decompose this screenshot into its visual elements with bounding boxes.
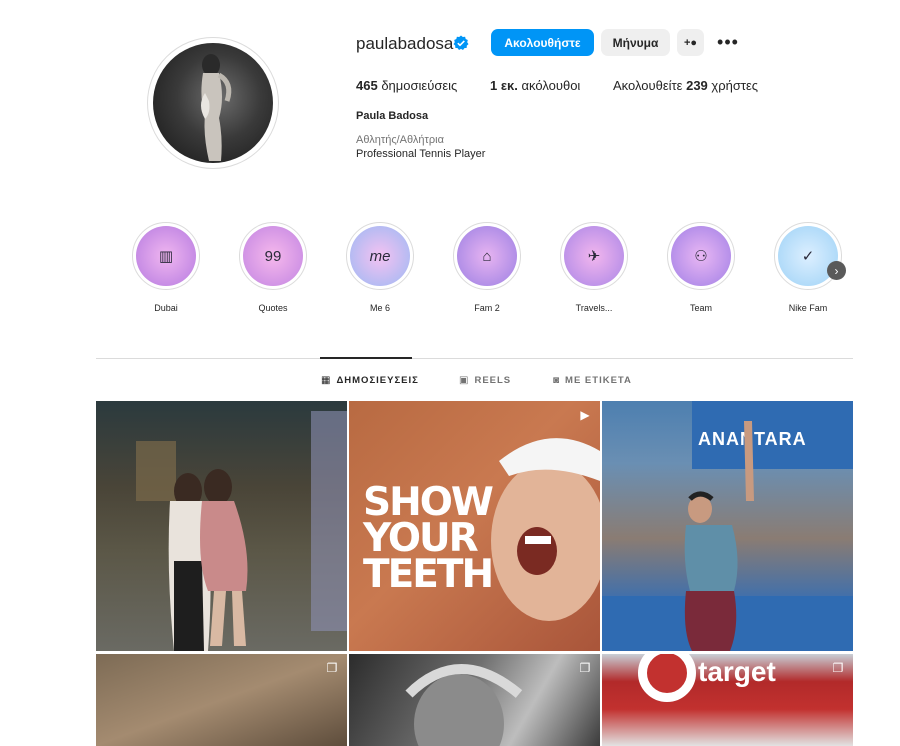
tabs-divider bbox=[96, 358, 853, 359]
carousel-icon: ❐ bbox=[326, 661, 338, 675]
highlight-travels[interactable]: ✈ Travels... bbox=[549, 222, 639, 313]
chevron-right-icon: › bbox=[834, 263, 839, 278]
signature-icon: me bbox=[350, 226, 410, 286]
highlight-label: Fam 2 bbox=[474, 303, 500, 313]
full-name: Paula Badosa bbox=[356, 110, 429, 122]
highlight-ring: ✓ bbox=[774, 222, 842, 290]
airplane-icon: ✈ bbox=[564, 226, 624, 286]
tab-posts[interactable]: ▦ ΔΗΜΟΣΙΕΥΣΕΙΣ bbox=[321, 375, 419, 386]
followers-count: 1 εκ. bbox=[490, 78, 518, 93]
highlight-dubai[interactable]: ▥ Dubai bbox=[121, 222, 211, 313]
tab-posts-label: ΔΗΜΟΣΙΕΥΣΕΙΣ bbox=[336, 375, 419, 386]
grid-icon: ▦ bbox=[321, 375, 332, 386]
verified-badge-icon bbox=[453, 35, 469, 50]
highlight-label: Dubai bbox=[154, 303, 178, 313]
tagged-icon: ◙ bbox=[553, 375, 561, 386]
following-count: 239 bbox=[686, 78, 708, 93]
post-photo bbox=[602, 421, 853, 651]
posts-count-stat: 465 δημοσιεύσεις bbox=[356, 78, 457, 93]
message-button[interactable]: Μήνυμα bbox=[601, 29, 670, 56]
post-sign-text: target bbox=[698, 656, 776, 687]
followers-stat[interactable]: 1 εκ. ακόλουθοι bbox=[490, 78, 580, 93]
following-stat[interactable]: Ακολουθείτε 239 χρήστες bbox=[613, 78, 758, 93]
highlight-ring: ✈ bbox=[560, 222, 628, 290]
more-options-button[interactable]: ••• bbox=[714, 32, 742, 52]
active-tab-indicator bbox=[320, 357, 412, 359]
category-label: Αθλητής/Αθλήτρια bbox=[356, 134, 444, 146]
posts-count: 465 bbox=[356, 78, 378, 93]
home-icon: ⌂ bbox=[457, 226, 517, 286]
target-logo-mark bbox=[638, 654, 696, 702]
carousel-icon: ❐ bbox=[579, 661, 591, 675]
highlight-me-6[interactable]: me Me 6 bbox=[335, 222, 425, 313]
following-label: χρήστες bbox=[707, 78, 759, 93]
post-text-line: TEETH bbox=[363, 552, 494, 597]
tab-reels[interactable]: ▣ REELS bbox=[459, 375, 511, 386]
post-overlay-text: SHOW YOUR TEETH bbox=[363, 483, 494, 597]
tab-reels-label: REELS bbox=[474, 375, 512, 386]
highlight-label: Team bbox=[689, 303, 712, 313]
highlight-label: Me 6 bbox=[369, 303, 390, 313]
post-tile[interactable]: SHOW YOUR TEETH ▶ bbox=[349, 401, 600, 651]
post-tile[interactable] bbox=[96, 401, 347, 651]
tab-tagged[interactable]: ◙ ΜΕ ΕΤΙΚΕΤΑ bbox=[553, 375, 632, 386]
reel-icon: ▶ bbox=[580, 408, 590, 422]
profile-avatar bbox=[153, 43, 273, 163]
follow-button[interactable]: Ακολουθήστε bbox=[491, 29, 594, 56]
highlight-team[interactable]: ⚇ Team bbox=[656, 222, 746, 313]
highlight-fam-2[interactable]: ⌂ Fam 2 bbox=[442, 222, 532, 313]
skyline-icon: ▥ bbox=[136, 226, 196, 286]
post-photo bbox=[136, 411, 347, 651]
following-prefix: Ακολουθείτε bbox=[613, 78, 687, 93]
highlight-ring: ▥ bbox=[132, 222, 200, 290]
tab-tagged-label: ΜΕ ΕΤΙΚΕΤΑ bbox=[565, 375, 632, 386]
post-tile[interactable]: ❐ bbox=[349, 654, 600, 746]
highlight-label: Nike Fam bbox=[788, 303, 828, 313]
carousel-icon: ❐ bbox=[832, 661, 844, 675]
posts-label: δημοσιεύσεις bbox=[377, 78, 458, 93]
post-photo bbox=[405, 664, 523, 746]
highlight-ring: ⌂ bbox=[453, 222, 521, 290]
highlight-ring: 99 bbox=[239, 222, 307, 290]
highlights-next-button[interactable]: › bbox=[827, 261, 846, 280]
followers-label: ακόλουθοι bbox=[517, 78, 581, 93]
post-tile[interactable]: target ❐ bbox=[602, 654, 853, 746]
post-tile[interactable]: ANANTARA bbox=[602, 401, 853, 651]
add-user-icon: +● bbox=[683, 36, 698, 49]
highlight-ring: me bbox=[346, 222, 414, 290]
more-dots-icon: ••• bbox=[717, 31, 739, 52]
highlight-ring: ⚇ bbox=[667, 222, 735, 290]
highlight-quotes[interactable]: 99 Quotes bbox=[228, 222, 318, 313]
bio-text: Professional Tennis Player bbox=[356, 148, 486, 160]
username: paulabadosa bbox=[356, 34, 454, 53]
profile-avatar-ring[interactable] bbox=[147, 37, 279, 169]
group-icon: ⚇ bbox=[671, 226, 731, 286]
quote-icon: 99 bbox=[243, 226, 303, 286]
post-tile[interactable]: ❐ bbox=[96, 654, 347, 746]
highlight-label: Travels... bbox=[575, 303, 613, 313]
reels-icon: ▣ bbox=[459, 375, 470, 386]
highlight-label: Quotes bbox=[258, 303, 288, 313]
suggest-similar-button[interactable]: +● bbox=[677, 29, 704, 56]
